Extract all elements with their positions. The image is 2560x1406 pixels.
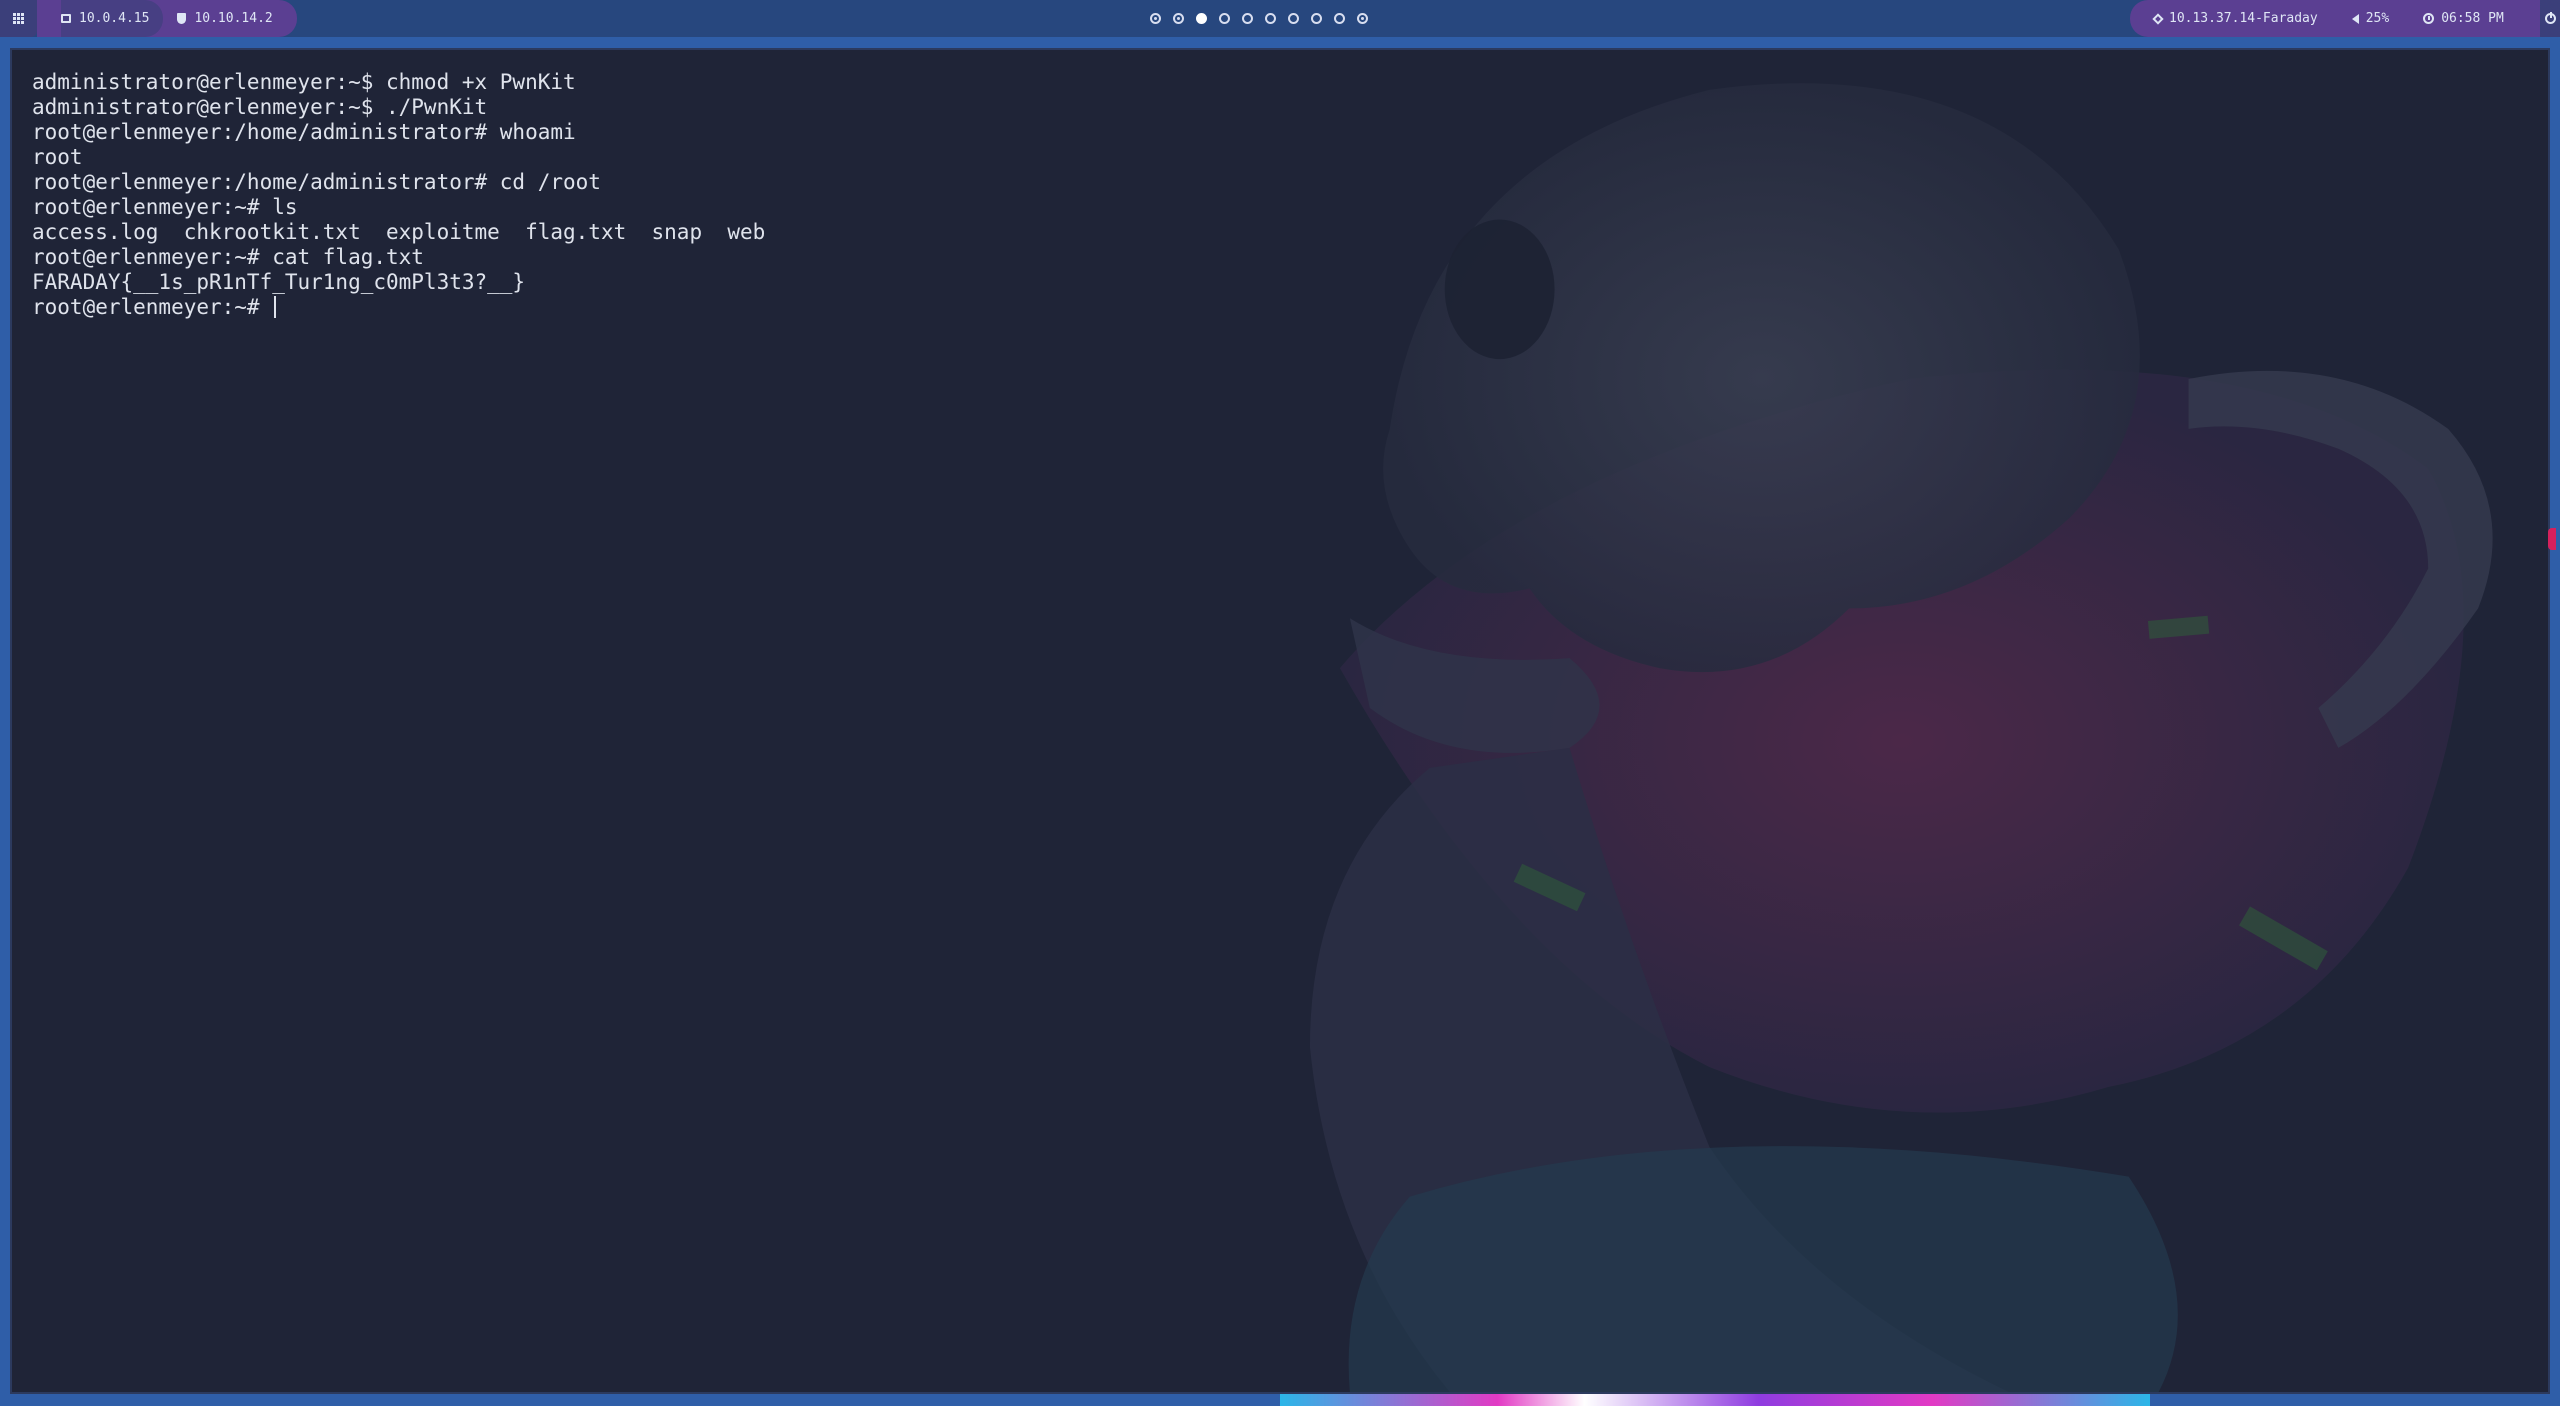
target-indicator[interactable]: 10.13.37.14-Faraday [2152, 11, 2318, 26]
terminal-line: root@erlenmeyer:/home/administrator# who… [32, 120, 576, 144]
terminal-prompt: root@erlenmeyer:~# [32, 295, 273, 319]
wallpaper-bottom-strip [1280, 1394, 2150, 1406]
shield-icon [177, 13, 187, 24]
terminal-line: root@erlenmeyer:~# ls [32, 195, 298, 219]
edge-notification-mark [2548, 528, 2556, 550]
local-ip-text: 10.0.4.15 [79, 11, 150, 26]
workspace-9-indicator[interactable] [1334, 13, 1345, 24]
terminal-line: root@erlenmeyer:~# cat flag.txt [32, 245, 424, 269]
network-indicators: 10.0.4.15 10.10.14.2 [37, 0, 297, 37]
terminal-prompt-line[interactable]: root@erlenmeyer:~# [32, 295, 765, 320]
workspace-1-indicator[interactable] [1150, 13, 1161, 24]
terminal-line: administrator@erlenmeyer:~$ ./PwnKit [32, 95, 488, 119]
workspace-4-indicator[interactable] [1219, 13, 1230, 24]
target-icon [2152, 12, 2164, 25]
workspace-6-indicator[interactable] [1265, 13, 1276, 24]
workspace-10-indicator[interactable] [1357, 13, 1368, 24]
local-ip-indicator[interactable]: 10.0.4.15 [61, 0, 164, 37]
workspace-8-indicator[interactable] [1311, 13, 1322, 24]
target-text: 10.13.37.14-Faraday [2169, 11, 2318, 26]
volume-text: 25% [2365, 11, 2390, 26]
monitor-icon [61, 14, 71, 23]
clock-indicator[interactable]: 06:58 PM [2423, 11, 2504, 26]
top-bar: 10.0.4.15 10.10.14.2 10.13.37.14-Faraday… [0, 0, 2560, 37]
speaker-icon [2351, 13, 2359, 24]
text-cursor [274, 296, 277, 318]
apps-grid-icon [13, 13, 24, 24]
workspace-5-indicator[interactable] [1242, 13, 1253, 24]
workspace-switcher [1150, 0, 1368, 37]
workspace-3-indicator[interactable] [1196, 13, 1207, 24]
terminal-line: FARADAY{__1s_pR1nTf_Tur1ng_c0mPl3t3?__} [32, 270, 526, 294]
power-button[interactable] [2540, 0, 2560, 37]
clock-text: 06:58 PM [2441, 11, 2504, 26]
status-indicators: 10.13.37.14-Faraday 25% 06:58 PM [2130, 0, 2540, 37]
power-icon [2544, 12, 2556, 24]
terminal-line: root@erlenmeyer:/home/administrator# cd … [32, 170, 601, 194]
volume-indicator[interactable]: 25% [2351, 11, 2390, 26]
workspace-7-indicator[interactable] [1288, 13, 1299, 24]
terminal-line: access.log chkrootkit.txt exploitme flag… [32, 220, 766, 244]
clock-icon [2423, 13, 2435, 24]
vpn-ip-text: 10.10.14.2 [194, 11, 273, 26]
terminal-window[interactable]: administrator@erlenmeyer:~$ chmod +x Pwn… [10, 48, 2550, 1394]
terminal-output: administrator@erlenmeyer:~$ chmod +x Pwn… [32, 70, 765, 320]
terminal-line: administrator@erlenmeyer:~$ chmod +x Pwn… [32, 70, 576, 94]
workspace-2-indicator[interactable] [1173, 13, 1184, 24]
menu-button[interactable] [0, 0, 37, 37]
vpn-ip-indicator[interactable]: 10.10.14.2 [177, 11, 273, 26]
terminal-line: root [32, 145, 83, 169]
